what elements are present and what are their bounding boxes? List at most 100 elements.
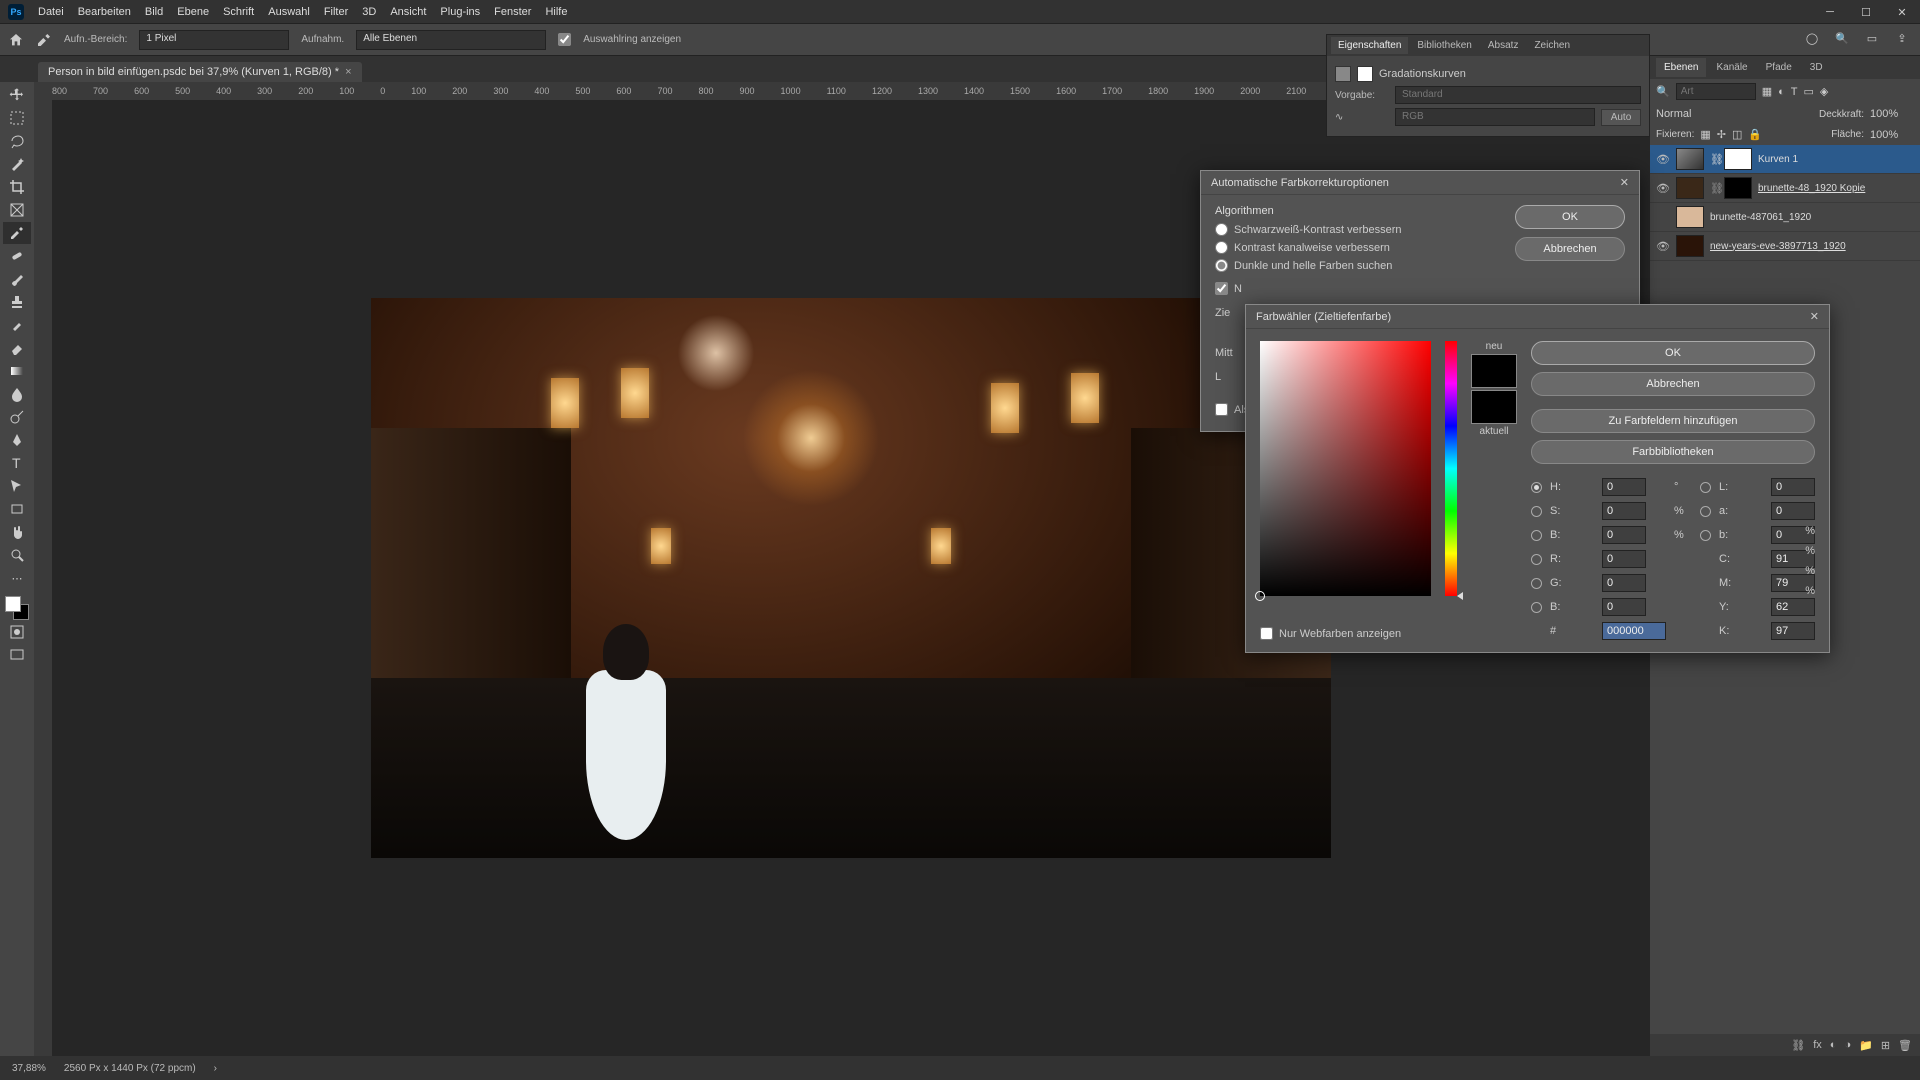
move-tool[interactable] bbox=[3, 84, 31, 106]
filter-pixel-icon[interactable]: ▦ bbox=[1762, 85, 1772, 98]
y-input[interactable] bbox=[1771, 598, 1815, 616]
l-radio[interactable] bbox=[1700, 482, 1711, 493]
h-radio[interactable] bbox=[1531, 482, 1542, 493]
lock-pixels-icon[interactable]: ▦ bbox=[1700, 128, 1710, 141]
tab-close-icon[interactable]: × bbox=[345, 66, 351, 78]
quickmask-tool[interactable] bbox=[3, 621, 31, 643]
group-icon[interactable]: 📁 bbox=[1859, 1039, 1873, 1052]
gradient-tool[interactable] bbox=[3, 360, 31, 382]
trash-icon[interactable]: 🗑 bbox=[1898, 1039, 1912, 1052]
hue-slider[interactable] bbox=[1445, 341, 1457, 596]
marquee-tool[interactable] bbox=[3, 107, 31, 129]
eraser-tool[interactable] bbox=[3, 337, 31, 359]
lock-artboard-icon[interactable]: ◫ bbox=[1732, 128, 1742, 141]
bv-input[interactable] bbox=[1602, 526, 1646, 544]
rect-tool[interactable] bbox=[3, 498, 31, 520]
close-button[interactable]: ✕ bbox=[1884, 0, 1920, 24]
maximize-button[interactable]: ☐ bbox=[1848, 0, 1884, 24]
algo-radio-2[interactable] bbox=[1215, 241, 1228, 254]
close-icon[interactable]: ✕ bbox=[1620, 176, 1629, 189]
g-radio[interactable] bbox=[1531, 578, 1542, 589]
lock-position-icon[interactable]: ✢ bbox=[1717, 128, 1726, 141]
r-radio[interactable] bbox=[1531, 554, 1542, 565]
layer-filter-input[interactable] bbox=[1676, 83, 1756, 100]
cancel-button[interactable]: Abbrechen bbox=[1515, 237, 1625, 261]
neutral-checkbox[interactable] bbox=[1215, 282, 1228, 295]
visibility-icon[interactable]: 👁 bbox=[1656, 153, 1670, 166]
layer-row[interactable]: brunette-487061_1920 bbox=[1650, 203, 1920, 232]
menu-datei[interactable]: Datei bbox=[38, 6, 64, 18]
menu-auswahl[interactable]: Auswahl bbox=[268, 6, 310, 18]
new-layer-icon[interactable]: ⊞ bbox=[1881, 1039, 1890, 1052]
workspace-icon[interactable]: ▭ bbox=[1862, 28, 1882, 48]
save-default-checkbox[interactable] bbox=[1215, 403, 1228, 416]
tab-3d[interactable]: 3D bbox=[1802, 58, 1831, 77]
color-swatches[interactable] bbox=[5, 596, 29, 620]
bb-input[interactable] bbox=[1602, 598, 1646, 616]
fill-input[interactable]: 100% bbox=[1870, 129, 1914, 141]
blur-tool[interactable] bbox=[3, 383, 31, 405]
sample-size-select[interactable]: 1 Pixel bbox=[139, 30, 289, 50]
link-icon[interactable]: ⛓ bbox=[1791, 1039, 1805, 1052]
type-tool[interactable]: T bbox=[3, 452, 31, 474]
saturation-value-field[interactable] bbox=[1260, 341, 1431, 596]
r-input[interactable] bbox=[1602, 550, 1646, 568]
ok-button[interactable]: OK bbox=[1531, 341, 1815, 365]
crop-tool[interactable] bbox=[3, 176, 31, 198]
cloud-icon[interactable]: ◯ bbox=[1802, 28, 1822, 48]
menu-ebene[interactable]: Ebene bbox=[177, 6, 209, 18]
current-color-swatch[interactable] bbox=[1471, 390, 1517, 424]
status-chevron-icon[interactable]: › bbox=[214, 1063, 217, 1074]
menu-schrift[interactable]: Schrift bbox=[223, 6, 254, 18]
hand-tool[interactable] bbox=[3, 521, 31, 543]
dodge-tool[interactable] bbox=[3, 406, 31, 428]
fx-icon[interactable]: fx bbox=[1813, 1039, 1822, 1051]
k-input[interactable] bbox=[1771, 622, 1815, 640]
menu-bearbeiten[interactable]: Bearbeiten bbox=[78, 6, 131, 18]
zoom-readout[interactable]: 37,88% bbox=[12, 1063, 46, 1074]
screenmode-tool[interactable] bbox=[3, 644, 31, 666]
g-input[interactable] bbox=[1602, 574, 1646, 592]
search-icon[interactable]: 🔍 bbox=[1832, 28, 1852, 48]
tab-zeichen[interactable]: Zeichen bbox=[1527, 37, 1577, 54]
path-tool[interactable] bbox=[3, 475, 31, 497]
menu-filter[interactable]: Filter bbox=[324, 6, 348, 18]
layer-row[interactable]: 👁 ⛓ brunette-48_1920 Kopie bbox=[1650, 174, 1920, 203]
s-radio[interactable] bbox=[1531, 506, 1542, 517]
stamp-tool[interactable] bbox=[3, 291, 31, 313]
sample-layers-select[interactable]: Alle Ebenen bbox=[356, 30, 546, 50]
color-libraries-button[interactable]: Farbbibliotheken bbox=[1531, 440, 1815, 464]
channel-select[interactable]: RGB bbox=[1395, 108, 1595, 126]
l-input[interactable] bbox=[1771, 478, 1815, 496]
minimize-button[interactable]: ─ bbox=[1812, 0, 1848, 24]
filter-adjust-icon[interactable]: ◐ bbox=[1778, 86, 1785, 98]
menu-bild[interactable]: Bild bbox=[145, 6, 163, 18]
web-only-checkbox[interactable] bbox=[1260, 627, 1273, 640]
algo-radio-1[interactable] bbox=[1215, 223, 1228, 236]
hex-input[interactable] bbox=[1602, 622, 1666, 640]
s-input[interactable] bbox=[1602, 502, 1646, 520]
document-tab[interactable]: Person in bild einfügen.psdc bei 37,9% (… bbox=[38, 62, 362, 82]
tab-eigenschaften[interactable]: Eigenschaften bbox=[1331, 37, 1408, 54]
show-ring-checkbox[interactable] bbox=[558, 33, 571, 46]
layer-row[interactable]: 👁 ⛓ Kurven 1 bbox=[1650, 145, 1920, 174]
a-input[interactable] bbox=[1771, 502, 1815, 520]
adjustment-icon[interactable]: ◑ bbox=[1844, 1039, 1851, 1051]
tab-pfade[interactable]: Pfade bbox=[1758, 58, 1800, 77]
visibility-icon[interactable]: 👁 bbox=[1656, 240, 1670, 253]
visibility-icon[interactable]: 👁 bbox=[1656, 182, 1670, 195]
eyedropper-icon[interactable] bbox=[36, 32, 52, 48]
menu-3d[interactable]: 3D bbox=[362, 6, 376, 18]
pen-tool[interactable] bbox=[3, 429, 31, 451]
menu-hilfe[interactable]: Hilfe bbox=[545, 6, 567, 18]
mask-icon[interactable]: ◐ bbox=[1830, 1039, 1837, 1051]
home-icon[interactable] bbox=[8, 32, 24, 48]
history-brush-tool[interactable] bbox=[3, 314, 31, 336]
algo-radio-3[interactable] bbox=[1215, 259, 1228, 272]
heal-tool[interactable] bbox=[3, 245, 31, 267]
auto-button[interactable]: Auto bbox=[1601, 109, 1641, 126]
a-radio[interactable] bbox=[1700, 506, 1711, 517]
tab-absatz[interactable]: Absatz bbox=[1481, 37, 1526, 54]
eyedropper-tool[interactable] bbox=[3, 222, 31, 244]
zoom-tool[interactable] bbox=[3, 544, 31, 566]
